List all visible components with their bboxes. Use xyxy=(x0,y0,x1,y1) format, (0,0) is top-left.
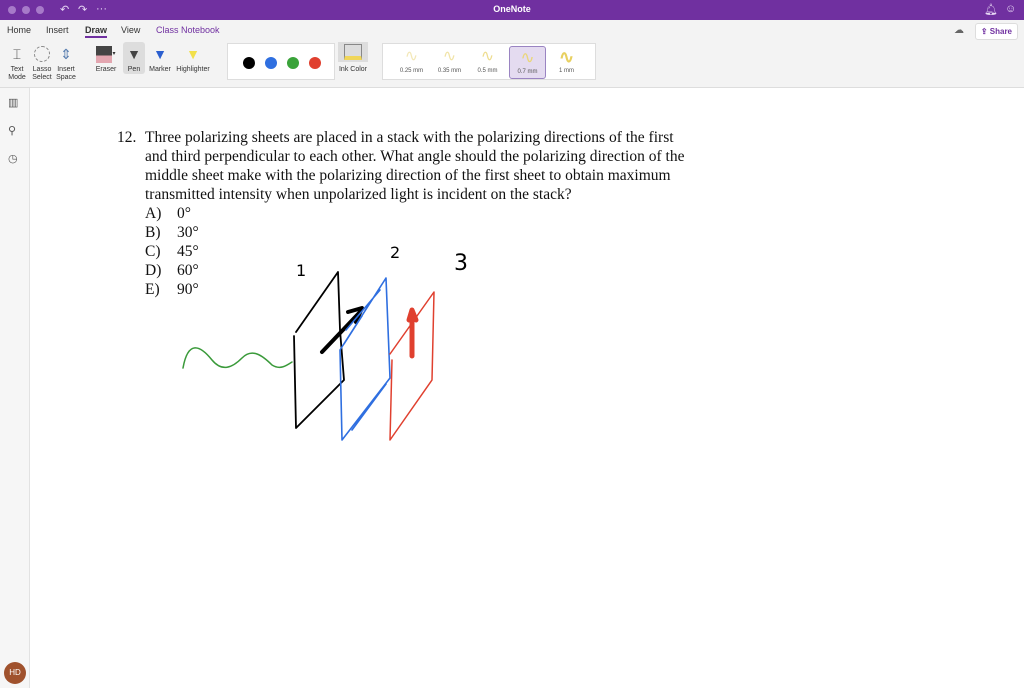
sheet-2-stroke xyxy=(339,277,391,441)
light-wave-stroke xyxy=(182,347,293,369)
sheet-3-arrow xyxy=(406,307,419,359)
label-sheet-1: 1 xyxy=(296,261,306,280)
sheet-1-stroke xyxy=(293,271,345,429)
label-sheet-3: 3 xyxy=(454,251,468,276)
label-sheet-2: 2 xyxy=(390,243,400,262)
ink-sketch: 1 2 3 xyxy=(182,243,468,441)
